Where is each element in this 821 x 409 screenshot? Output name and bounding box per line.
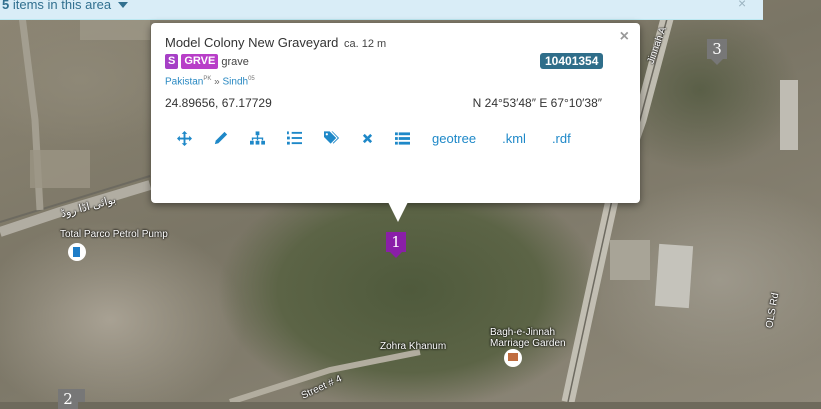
map-label-petrol-pump: Total Parco Petrol Pump (60, 229, 168, 240)
list-icon[interactable] (395, 131, 410, 145)
kml-link[interactable]: .kml (502, 131, 526, 146)
geotree-link[interactable]: geotree (432, 131, 476, 146)
banner-close-button[interactable]: × (738, 0, 746, 11)
country-link[interactable]: Pakistan (165, 76, 203, 87)
map-label-bagh-e-jinnah: Bagh-e-Jinnah Marriage Garden (490, 327, 566, 349)
delete-x-icon[interactable] (362, 133, 373, 144)
popup-pointer (388, 202, 408, 222)
tags-icon[interactable] (324, 131, 340, 145)
province-code: 05 (248, 76, 255, 82)
feature-name: Model Colony New Graveyard (165, 35, 339, 50)
items-count: 5 (2, 0, 10, 12)
region-breadcrumb: PakistanPK » Sindh05 (165, 76, 255, 87)
decimal-coordinates: 24.89656, 67.17729 (165, 96, 272, 110)
map-marker-3[interactable]: 3 (707, 39, 727, 65)
feature-class-row: S GRVE grave (165, 53, 249, 70)
marker-2-label: 2 (58, 389, 78, 409)
marker-1-pointer (390, 252, 402, 258)
breadcrumb-separator: » (214, 76, 220, 88)
province-link[interactable]: Sindh (223, 76, 249, 87)
hierarchy-icon[interactable] (250, 131, 265, 145)
dms-coordinates: N 24°53′48″ E 67°10′38″ (472, 96, 602, 110)
country-code: PK (203, 76, 212, 82)
popup-title: Model Colony New Graveyard ca. 12 m (165, 35, 386, 50)
feature-class-badge: S (165, 54, 179, 69)
feature-popup: × Model Colony New Graveyard ca. 12 m S … (151, 23, 640, 203)
marker-3-pointer (711, 59, 723, 65)
pencil-icon[interactable] (214, 131, 228, 145)
move-icon[interactable] (177, 130, 192, 146)
feature-code-badge: GRVE (181, 54, 219, 69)
ordered-list-icon[interactable] (287, 131, 302, 145)
feature-type-label: grave (221, 55, 249, 68)
marker-3-label: 3 (707, 39, 727, 59)
items-text: items in this area (12, 0, 112, 12)
popup-close-button[interactable]: × (620, 28, 629, 46)
rdf-link[interactable]: .rdf (552, 131, 571, 146)
items-in-area-banner[interactable]: 5 items in this area (0, 0, 763, 20)
geoname-id-badge[interactable]: 10401354 (540, 53, 604, 69)
caret-down-icon[interactable] (117, 2, 128, 8)
map-marker-1[interactable]: 1 (386, 232, 406, 258)
popup-toolbar: geotree .kml .rdf (177, 129, 597, 147)
feature-distance: ca. 12 m (344, 38, 387, 50)
marker-1-label: 1 (386, 232, 406, 252)
map-marker-2[interactable]: 2 (58, 389, 78, 409)
map-label-zohra-khanum: Zohra Khanum (380, 341, 447, 352)
